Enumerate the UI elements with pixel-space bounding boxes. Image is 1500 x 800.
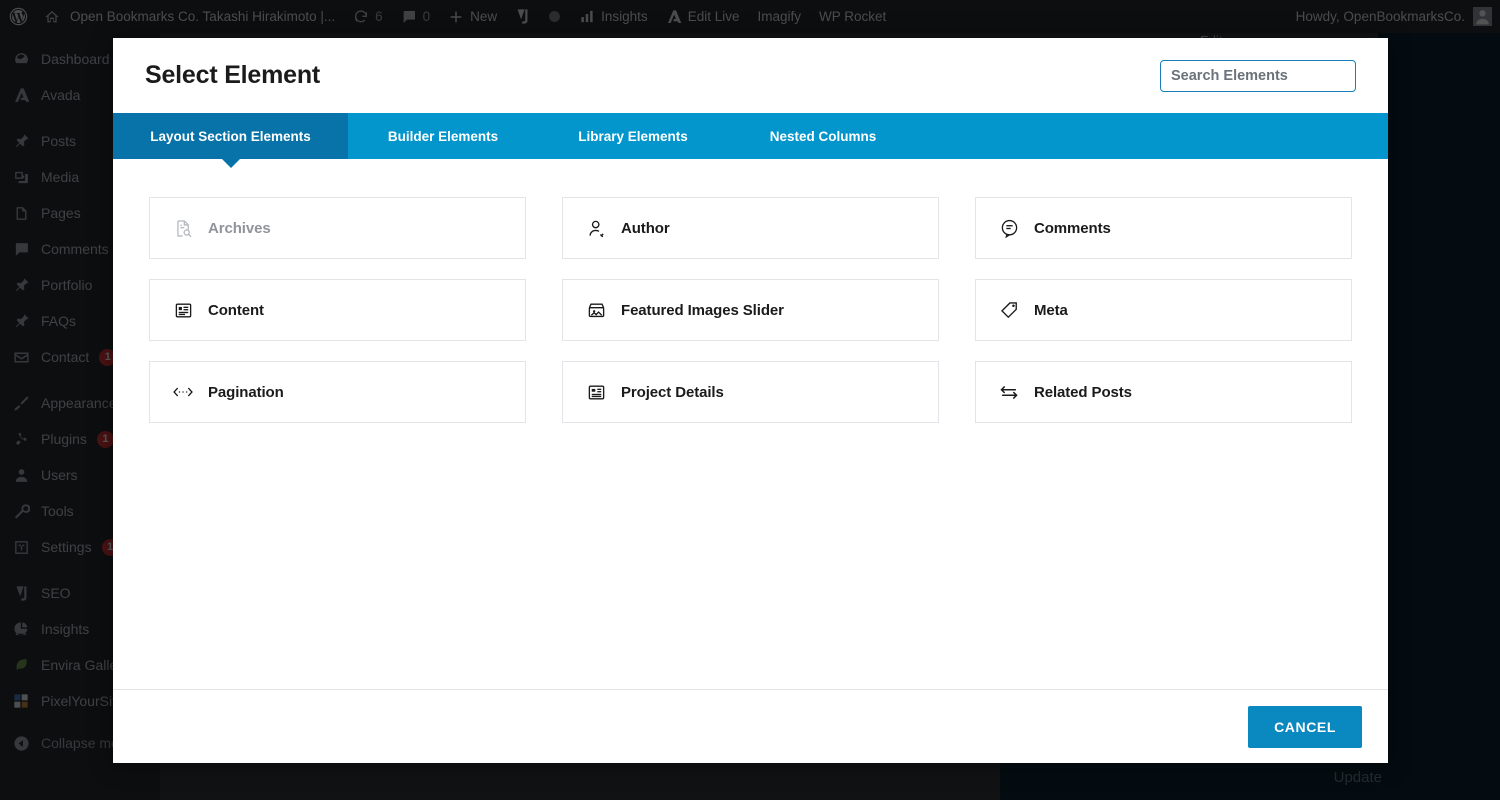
cancel-button[interactable]: CANCEL — [1248, 705, 1362, 748]
element-card-pagination[interactable]: Pagination — [149, 361, 526, 423]
tab-nested-columns[interactable]: Nested Columns — [728, 113, 918, 159]
modal-footer: CANCEL — [113, 689, 1388, 763]
modal-header: Select Element — [113, 38, 1388, 113]
comments-icon — [998, 219, 1020, 238]
element-card-related-posts[interactable]: Related Posts — [975, 361, 1352, 423]
element-card-label: Meta — [1034, 301, 1068, 319]
element-card-meta[interactable]: Meta — [975, 279, 1352, 341]
page-title: Select Element — [145, 61, 321, 89]
related-posts-icon — [998, 383, 1020, 402]
tab-label: Nested Columns — [769, 128, 877, 144]
select-element-modal: Select Element Layout Section Elements Bu… — [113, 38, 1388, 763]
project-details-icon — [585, 383, 607, 402]
element-card-label: Featured Images Slider — [621, 301, 784, 319]
element-card-content[interactable]: Content — [149, 279, 526, 341]
element-card-project-details[interactable]: Project Details — [562, 361, 939, 423]
element-card-label: Related Posts — [1034, 383, 1132, 401]
element-card-author[interactable]: Author — [562, 197, 939, 259]
tab-layout-section-elements[interactable]: Layout Section Elements — [113, 113, 348, 159]
author-icon — [585, 219, 607, 238]
search-wrapper — [1160, 59, 1356, 92]
meta-tag-icon — [998, 301, 1020, 320]
element-card-comments[interactable]: Comments — [975, 197, 1352, 259]
element-card-label: Pagination — [208, 383, 284, 401]
tab-label: Builder Elements — [387, 128, 499, 144]
element-card-label: Comments — [1034, 219, 1111, 237]
wp-admin-root: Edit Update Update DashboardAvadaPostsMe… — [0, 0, 1500, 800]
archives-icon — [172, 219, 194, 238]
featured-images-slider-icon — [585, 301, 607, 320]
tab-label: Library Elements — [578, 128, 688, 144]
element-card-label: Content — [208, 301, 264, 319]
tab-library-elements[interactable]: Library Elements — [538, 113, 728, 159]
tab-builder-elements[interactable]: Builder Elements — [348, 113, 538, 159]
element-card-label: Project Details — [621, 383, 724, 401]
content-icon — [172, 301, 194, 320]
element-card-featured-images-slider[interactable]: Featured Images Slider — [562, 279, 939, 341]
elements-grid: Archives Author Comments Content Featured Im… — [149, 197, 1352, 423]
element-card-archives: Archives — [149, 197, 526, 259]
element-card-label: Archives — [208, 219, 271, 237]
search-elements-input[interactable] — [1160, 59, 1356, 92]
pagination-icon — [172, 384, 194, 400]
modal-tabs: Layout Section Elements Builder Elements L… — [113, 113, 1388, 159]
element-card-label: Author — [621, 219, 670, 237]
tab-label: Layout Section Elements — [150, 128, 311, 144]
modal-body: Archives Author Comments Content Featured Im… — [113, 159, 1388, 689]
